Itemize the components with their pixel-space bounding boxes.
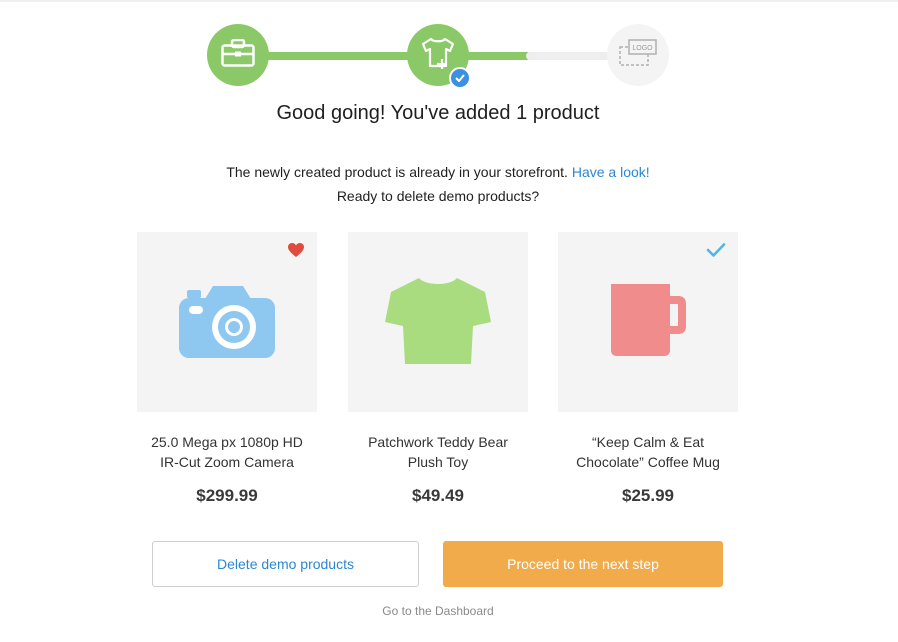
step-complete-check-icon (449, 67, 471, 89)
storefront-info: The newly created product is already in … (0, 164, 876, 180)
progress-track-remaining (526, 52, 614, 60)
camera-icon (179, 282, 275, 363)
progress-track-completed (256, 52, 426, 60)
top-divider (0, 0, 898, 2)
briefcase-icon (221, 38, 255, 72)
tshirt-add-icon (420, 36, 456, 75)
product-name: 25.0 Mega px 1080p HD IR-Cut Zoom Camera (151, 434, 303, 470)
step-add-logo: LOGO (607, 24, 669, 86)
storefront-info-text: The newly created product is already in … (226, 164, 568, 180)
go-to-dashboard-link[interactable]: Go to the Dashboard (0, 604, 876, 618)
checkmark-icon[interactable] (706, 242, 726, 263)
product-price: $25.99 (622, 486, 674, 505)
product-name: “Keep Calm & Eat Chocolate” Coffee Mug (576, 434, 720, 470)
page-title: Good going! You've added 1 product (276, 102, 600, 124)
product-card: Patchwork Teddy Bear Plush Toy $49.49 (348, 232, 528, 506)
product-card: 25.0 Mega px 1080p HD IR-Cut Zoom Camera… (137, 232, 317, 506)
delete-demo-products-button[interactable]: Delete demo products (152, 541, 419, 587)
tshirt-icon (383, 272, 493, 373)
progress-stepper: LOGO (206, 24, 670, 89)
delete-prompt: Ready to delete demo products? (336, 188, 540, 204)
logo-placeholder-icon: LOGO (619, 38, 657, 72)
product-thumbnail (558, 232, 738, 412)
product-price: $49.49 (412, 486, 464, 505)
product-name: Patchwork Teddy Bear Plush Toy (368, 434, 508, 470)
proceed-next-step-button[interactable]: Proceed to the next step (443, 541, 723, 587)
product-price: $299.99 (196, 486, 258, 505)
mug-icon (608, 282, 688, 363)
have-a-look-link[interactable]: Have a look! (572, 164, 650, 180)
heart-icon[interactable] (287, 242, 305, 263)
svg-text:LOGO: LOGO (632, 45, 653, 52)
product-thumbnail (348, 232, 528, 412)
step-store-setup (207, 24, 269, 86)
product-card: “Keep Calm & Eat Chocolate” Coffee Mug $… (558, 232, 738, 506)
product-thumbnail (137, 232, 317, 412)
